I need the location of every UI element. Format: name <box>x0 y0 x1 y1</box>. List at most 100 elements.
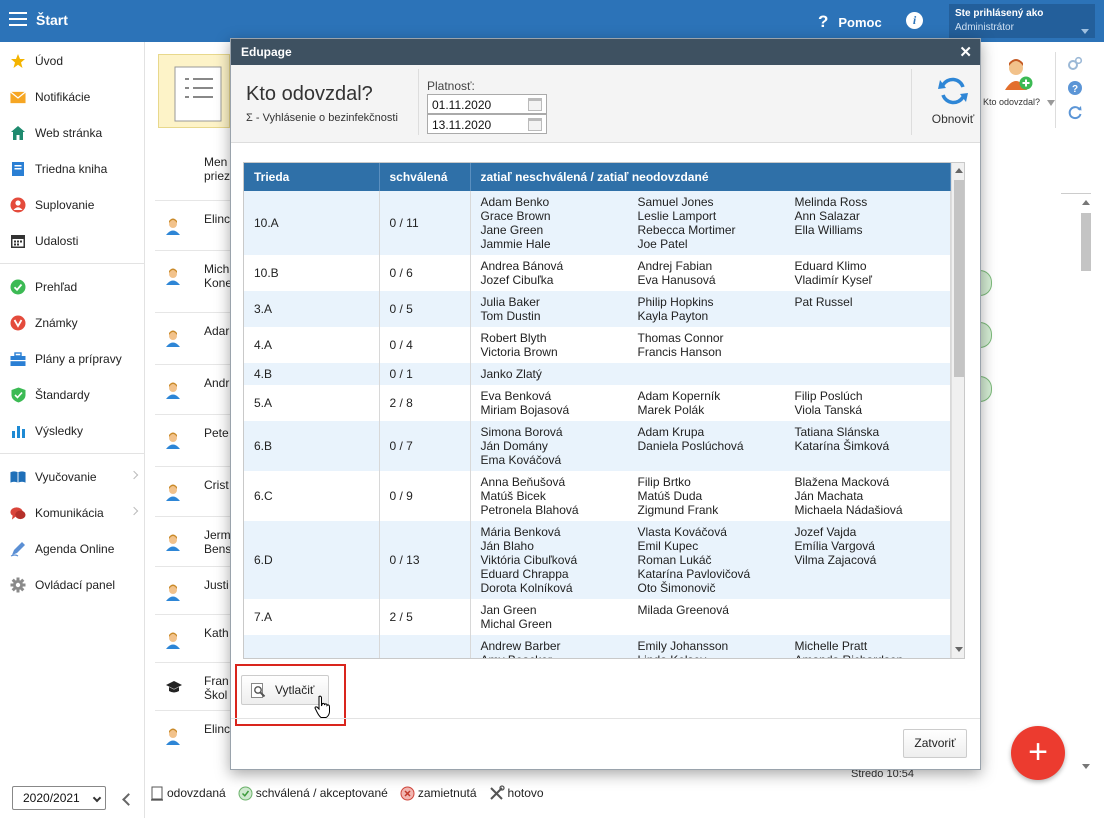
sidebar-item-label: Vyučovanie <box>35 470 97 484</box>
name-column <box>795 331 952 359</box>
close-icon[interactable]: ✕ <box>959 43 972 61</box>
column-header-neschvalena[interactable]: zatiaľ neschválená / zatiaľ neodovzdané <box>470 163 951 191</box>
user-menu[interactable]: Ste prihlásený ako Administrátor <box>949 4 1095 38</box>
student-name: Jan Green <box>480 603 537 617</box>
list-item[interactable]: Elinc <box>155 710 232 760</box>
chevron-down-icon <box>92 793 102 803</box>
svg-text:?: ? <box>1072 84 1078 95</box>
green-check-icon <box>238 786 253 801</box>
student-name: Emily Johansson <box>637 639 729 653</box>
list-item[interactable]: Adar <box>155 312 232 362</box>
school-year-select[interactable]: 2020/2021 <box>12 786 106 810</box>
sidebar-item-ovladaci-panel[interactable]: Ovládací panel <box>0 567 145 603</box>
list-item[interactable]: Elinc <box>155 200 232 250</box>
student-name: Zigmund Frank <box>637 503 719 517</box>
list-item[interactable]: Kath <box>155 614 232 664</box>
submission-table: Trieda schválená zatiaľ neschválená / za… <box>243 162 965 659</box>
sidebar-item-web[interactable]: Web stránka <box>0 115 145 151</box>
calendar-icon[interactable] <box>528 98 542 111</box>
list-item[interactable]: Fran Škol <box>155 662 232 712</box>
sidebar-item-suplovanie[interactable]: Suplovanie <box>0 187 145 223</box>
sidebar-item-notifikacie[interactable]: Notifikácie <box>0 79 145 115</box>
list-item[interactable]: Mich Kone <box>155 250 232 300</box>
approved-count-cell: 0 / 5 <box>379 291 471 327</box>
student-name: Emil Kupec <box>637 539 699 553</box>
student-name: Philip Hopkins <box>637 295 714 309</box>
name-column: Pat Russel <box>795 295 952 323</box>
sidebar-item-agenda[interactable]: Agenda Online <box>0 531 145 567</box>
approved-count-cell <box>379 635 471 658</box>
name-column: Robert Blyth Victoria Brown <box>481 331 638 359</box>
sidebar-item-triedna-kniha[interactable]: Triedna kniha <box>0 151 145 187</box>
dialog-heading: Kto odovzdal? <box>246 83 373 105</box>
table-row: 5.A 2 / 8 Eva Benková Miriam Bojasová Adam K… <box>244 385 951 421</box>
scroll-up-icon[interactable] <box>955 168 963 173</box>
name-column: Andrej Fabian Eva Hanusová <box>638 259 795 287</box>
person-icon <box>165 268 181 289</box>
class-cell: 4.B <box>244 363 380 385</box>
student-name: Filip Brtko <box>637 475 691 489</box>
table-scrollbar[interactable] <box>951 163 964 658</box>
list-item[interactable]: Crist <box>155 466 232 516</box>
chevron-down-icon <box>1081 29 1089 34</box>
sidebar-item-komunikacia[interactable]: Komunikácia <box>0 495 145 531</box>
print-preview-icon <box>250 682 267 699</box>
sidebar-item-znamky[interactable]: Známky <box>0 305 145 341</box>
scroll-down-icon[interactable] <box>955 647 963 652</box>
student-name: Janko Zlatý <box>480 367 542 381</box>
pending-names-cell: Adam Benko Grace Brown Jane Green Jammie Ha… <box>470 191 951 255</box>
page-title[interactable]: Štart <box>36 12 68 28</box>
divider <box>231 718 980 719</box>
red-x-icon <box>400 786 415 801</box>
kto-odovzdal-dialog: Edupage ✕ Kto odovzdal? Σ - Vyhlásenie o… <box>230 38 981 770</box>
sidebar: Úvod Notifikácie Web stránka Triedna kni… <box>0 42 145 818</box>
divider <box>1061 193 1091 194</box>
calendar-icon[interactable] <box>528 118 542 131</box>
menu-icon[interactable] <box>9 12 27 26</box>
list-item[interactable]: Andr <box>155 364 232 414</box>
date-from-field[interactable]: 01.11.2020 <box>427 94 547 114</box>
table-row: 3.A 0 / 5 Julia Baker Tom Dustin Philip Hopk… <box>244 291 952 327</box>
dialog-header: Kto odovzdal? Σ - Vyhlásenie o bezinfekč… <box>231 65 980 143</box>
sidebar-item-plany[interactable]: Plány a prípravy <box>0 341 145 377</box>
sidebar-item-udalosti[interactable]: Udalosti <box>0 223 145 259</box>
student-name: Dorota Kolníková <box>480 581 573 595</box>
list-item[interactable]: Justi <box>155 566 232 616</box>
user-label: Ste prihlásený ako <box>955 8 1044 19</box>
sidebar-item-label: Známky <box>35 316 78 330</box>
sidebar-item-standardy[interactable]: Štandardy <box>0 377 145 413</box>
briefcase-icon <box>10 351 26 367</box>
student-name: Michaela Nádašiová <box>794 503 903 517</box>
info-icon[interactable]: i <box>906 12 923 29</box>
list-item[interactable]: Jerm Bens <box>155 516 232 566</box>
main-scrollbar[interactable] <box>1079 195 1093 775</box>
sidebar-item-vyucovanie[interactable]: Vyučovanie <box>0 459 145 495</box>
name-column: Michelle PrattAmanda Richardson <box>795 639 952 658</box>
list-item[interactable]: Pete <box>155 414 232 464</box>
student-name: Eduard Klimo <box>794 259 867 273</box>
add-button[interactable]: + <box>1011 726 1065 780</box>
student-name: Andrea Bánová <box>480 259 564 273</box>
tools-icon <box>489 785 505 801</box>
help-link[interactable]: ? Pomoc <box>818 12 882 32</box>
gears-icon <box>1068 56 1083 70</box>
sidebar-item-uvod[interactable]: Úvod <box>0 43 145 79</box>
student-name: Katarína Pavlovičová <box>637 567 751 581</box>
sidebar-item-label: Štandardy <box>35 388 90 402</box>
sidebar-item-prehlad[interactable]: Prehľad <box>0 269 145 305</box>
toolbar-label[interactable]: Kto odovzdal? <box>983 97 1040 107</box>
column-header-trieda[interactable]: Trieda <box>244 163 380 191</box>
column-header-name: Men priez <box>204 155 231 183</box>
column-header-schvalena[interactable]: schválená <box>379 163 471 191</box>
name-column: Vlasta Kováčová Emil Kupec Roman Lukáč Kata… <box>638 525 795 595</box>
home-icon <box>10 125 26 141</box>
date-to-field[interactable]: 13.11.2020 <box>427 114 547 134</box>
sidebar-item-vysledky[interactable]: Výsledky <box>0 413 145 449</box>
refresh-button[interactable]: Obnoviť <box>925 75 981 126</box>
close-button[interactable]: Zatvoriť <box>903 729 967 758</box>
person-name: Pete <box>204 426 229 440</box>
scroll-thumb[interactable] <box>954 180 964 377</box>
name-column: Anna Beňušová Matúš Bicek Petronela Blahov… <box>481 475 638 517</box>
question-icon: ? <box>818 12 829 31</box>
sidebar-item-label: Triedna kniha <box>35 162 108 176</box>
